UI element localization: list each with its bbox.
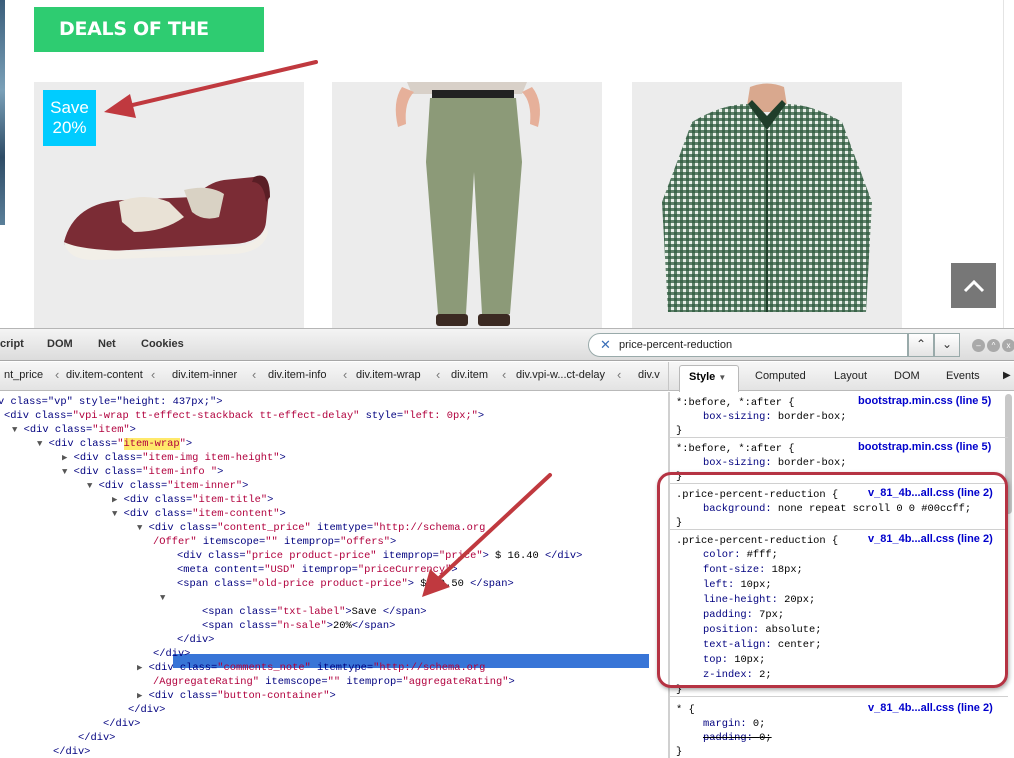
tab-net[interactable]: Net [98,338,116,350]
product-card-shirt[interactable] [632,82,902,328]
devtools-toolbar: cript DOM Net Cookies ✕ ⌃ ⌄ – ^ x [0,329,1014,361]
search-next-button[interactable]: ⌄ [934,333,960,357]
crumb-content-price[interactable]: nt_price [4,369,43,381]
tree-line[interactable]: /AggregateRating" itemscope="" itemprop=… [153,675,515,689]
rule-property[interactable]: box-sizing: border-box; [703,410,846,424]
web-page: DEALS OF THE WEEK Save 20% [0,0,1014,328]
tab-events[interactable]: Events [946,370,980,382]
chevron-down-icon: ⌄ [941,337,953,351]
tree-line[interactable]: </div> [78,731,115,745]
product-card-trousers[interactable] [332,82,602,328]
more-tabs-icon[interactable]: ▶ [1003,370,1011,381]
tab-dom-side[interactable]: DOM [894,370,920,382]
rule-selector[interactable]: *:before, *:after { [676,396,794,410]
crumb-item-inner[interactable]: div.item-inner [172,369,237,381]
save-badge-percent: 20% [52,118,87,137]
tree-line[interactable]: ▼ <div class="item-wrap"> [37,437,192,451]
tree-line[interactable]: </div> [177,633,214,647]
tree-line[interactable]: ▼ <div class="item-content"> [112,507,286,521]
rule-property-overridden[interactable]: padding: 0; [703,731,772,745]
tree-line[interactable]: ▼ <div class="item-inner"> [87,479,248,493]
tree-line[interactable]: </div> [153,647,190,661]
rule-property[interactable]: margin: 0; [703,717,765,731]
tree-line[interactable]: ▶ <div class="item-title"> [112,493,273,507]
annotation-highlight-box [657,472,1008,688]
close-icon[interactable]: x [1002,339,1014,352]
tree-line-selected[interactable]: <div class="price-percent-reduction"> [177,591,408,605]
tab-cookies[interactable]: Cookies [141,338,184,350]
trousers-image [395,82,540,326]
crumb-vp[interactable]: div.v [638,369,660,381]
tree-line[interactable]: </div> [128,703,165,717]
tree-line[interactable]: </div> [53,745,90,758]
tree-line[interactable]: /Offer" itemscope="" itemprop="offers"> [153,535,396,549]
rule-source-link[interactable]: bootstrap.min.css (line 5) [858,395,991,407]
tree-line[interactable]: ▶ <div class="button-container"> [137,689,336,703]
annotation-arrow-tree [422,473,552,597]
tree-line[interactable]: v class="vp" style="height: 437px;"> [0,395,222,409]
rule-selector[interactable]: *:before, *:after { [676,442,794,456]
annotation-arrow-badge [104,60,318,118]
save-badge-label: Save [50,98,89,117]
crumb-item[interactable]: div.item [451,369,488,381]
search-prev-button[interactable]: ⌃ [908,333,934,357]
tree-line[interactable]: <div class="vpi-wrap tt-effect-stackback… [4,409,484,423]
tab-dom[interactable]: DOM [47,338,73,350]
tab-computed[interactable]: Computed [755,370,806,382]
save-badge: Save 20% [43,90,96,146]
breadcrumb: nt_price ‹ div.item-content ‹ div.item-i… [0,362,668,391]
tree-line[interactable]: ▶ <div class="item-img item-height"> [62,451,286,465]
screenshot: { "site": { "deals_heading": "DEALS OF T… [0,0,1014,758]
tree-line[interactable]: <span class="txt-label">Save </span> [202,605,427,619]
rule-source-link[interactable]: v_81_4b...all.css (line 2) [868,702,993,714]
chevron-up-icon: ⌃ [915,337,927,351]
deals-heading: DEALS OF THE WEEK [34,7,264,85]
search-box: ✕ [588,333,908,357]
side-panel-tabs: Style ▼ Computed Layout DOM Events ▶ [668,362,1014,392]
crumb-item-content[interactable]: div.item-content [66,369,143,381]
tree-line[interactable]: </div> [103,717,140,731]
tree-line[interactable]: <span class="n-sale">20%</span> [202,619,395,633]
tree-line[interactable]: ▼ <div class="item-info "> [62,465,223,479]
rule-source-link[interactable]: bootstrap.min.css (line 5) [858,441,991,453]
side-image-strip [0,0,5,225]
back-to-top-button[interactable] [951,263,996,308]
crumb-vpi-wrap[interactable]: div.vpi-w...ct-delay [516,369,605,381]
dropdown-arrow-icon: ▼ [718,373,727,382]
rule-selector[interactable]: * { [676,703,695,717]
clear-search-icon[interactable]: ✕ [600,337,611,353]
crumb-item-info[interactable]: div.item-info [268,369,326,381]
page-edge [1003,0,1004,328]
shirt-image [662,83,872,312]
tab-layout[interactable]: Layout [834,370,867,382]
tree-line[interactable]: ▼ <div class="item"> [12,423,136,437]
tree-line[interactable]: ▶ <div class="comments_note" itemtype="h… [137,661,485,675]
search-input[interactable] [619,337,899,353]
tab-style[interactable]: Style ▼ [679,365,739,392]
rule-property[interactable]: box-sizing: border-box; [703,456,846,470]
tab-script[interactable]: cript [0,338,24,350]
detach-icon[interactable]: ^ [987,339,1000,352]
minimize-icon[interactable]: – [972,339,985,352]
html-tree: v class="vp" style="height: 437px;"> <di… [0,392,668,758]
chevron-up-icon [963,279,984,292]
crumb-item-wrap[interactable]: div.item-wrap [356,369,421,381]
